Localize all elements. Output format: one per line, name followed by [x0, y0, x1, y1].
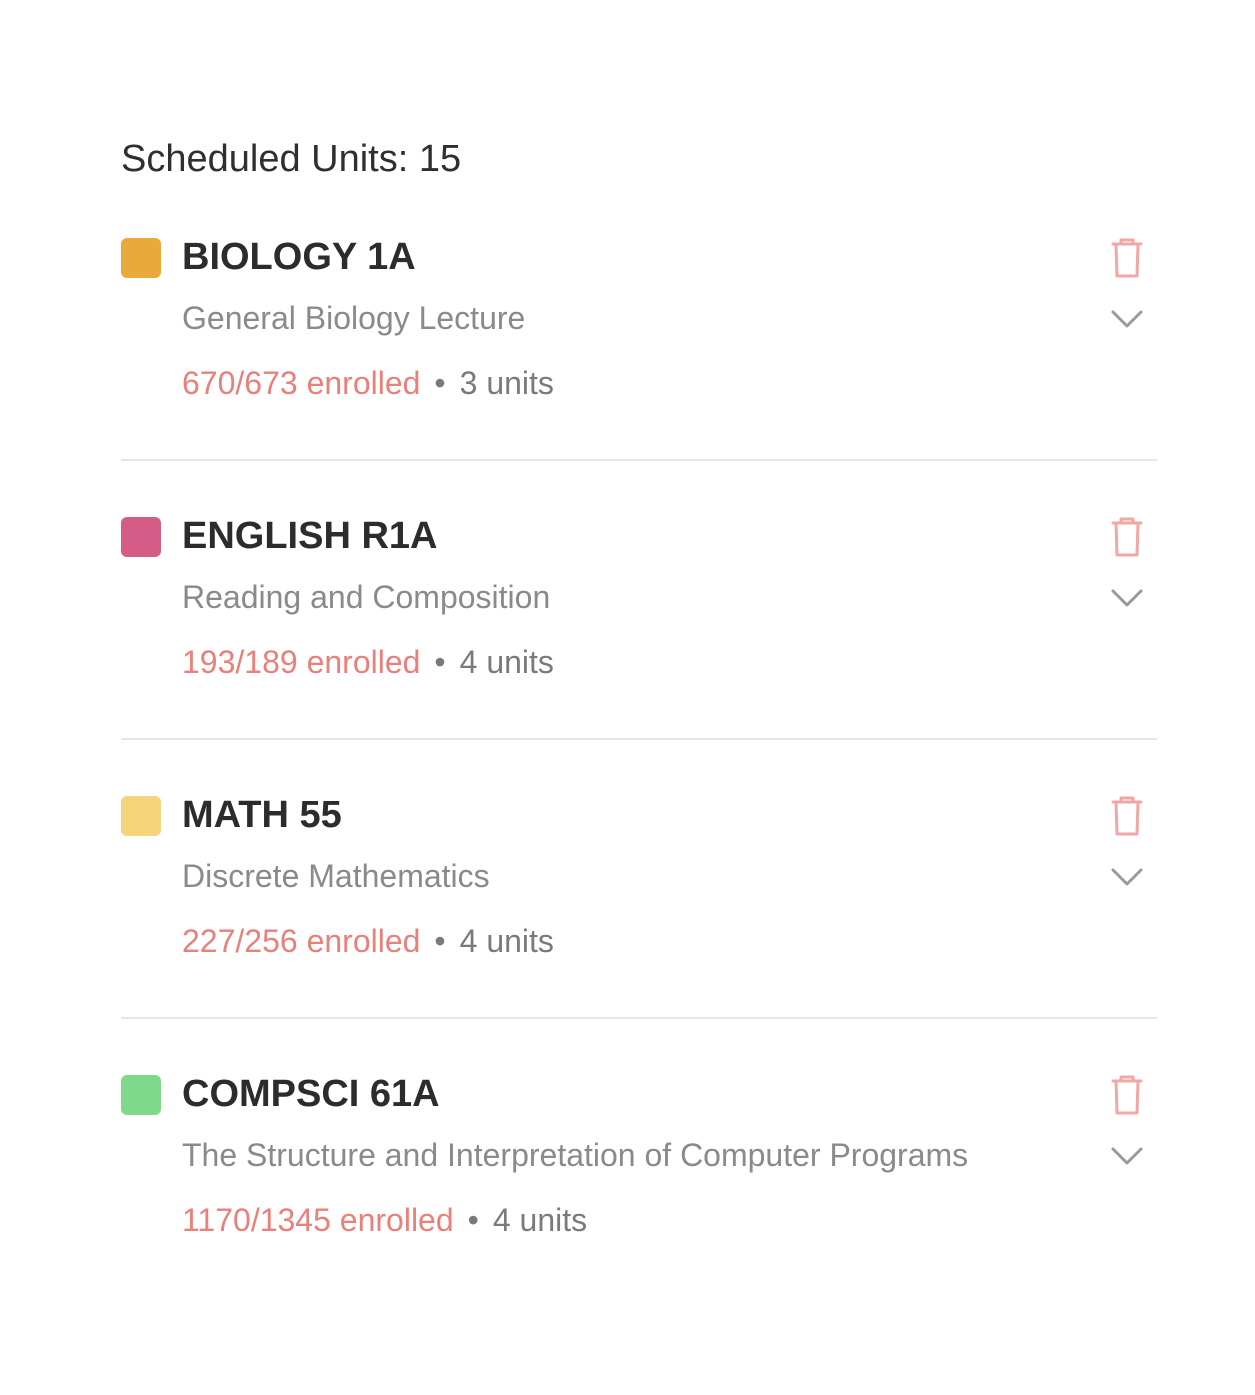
- unit-count: 4 units: [459, 923, 554, 959]
- course-meta: 670/673 enrolled • 3 units: [182, 363, 554, 403]
- course-color-swatch: [121, 796, 161, 836]
- course-item: ENGLISH R1A Reading and Composition 193/…: [121, 515, 1157, 794]
- trash-icon[interactable]: [1107, 794, 1147, 838]
- meta-separator: •: [434, 365, 446, 401]
- course-code: BIOLOGY 1A: [182, 236, 416, 278]
- course-code: COMPSCI 61A: [182, 1073, 440, 1115]
- course-meta: 1170/1345 enrolled • 4 units: [182, 1200, 587, 1240]
- enrollment-count: 670/673 enrolled: [182, 365, 421, 401]
- course-color-swatch: [121, 1075, 161, 1115]
- trash-icon[interactable]: [1107, 1073, 1147, 1117]
- course-item: MATH 55 Discrete Mathematics 227/256 enr…: [121, 794, 1157, 1073]
- chevron-down-icon[interactable]: [1107, 583, 1147, 611]
- meta-separator: •: [434, 644, 446, 680]
- course-code: ENGLISH R1A: [182, 515, 438, 557]
- meta-separator: •: [434, 923, 446, 959]
- course-meta: 193/189 enrolled • 4 units: [182, 642, 554, 682]
- unit-count: 4 units: [459, 644, 554, 680]
- course-meta: 227/256 enrolled • 4 units: [182, 921, 554, 961]
- trash-icon[interactable]: [1107, 515, 1147, 559]
- course-title: General Biology Lecture: [182, 300, 526, 336]
- unit-count: 4 units: [492, 1202, 588, 1238]
- course-title: Discrete Mathematics: [182, 858, 490, 894]
- meta-separator: •: [467, 1202, 479, 1238]
- course-code: MATH 55: [182, 794, 342, 836]
- chevron-down-icon[interactable]: [1107, 1141, 1147, 1169]
- enrollment-count: 1170/1345 enrolled: [182, 1202, 454, 1238]
- course-color-swatch: [121, 517, 161, 557]
- enrollment-count: 193/189 enrolled: [182, 644, 421, 680]
- scheduled-units-total: Scheduled Units: 15: [121, 138, 462, 180]
- course-color-swatch: [121, 238, 161, 278]
- chevron-down-icon[interactable]: [1107, 304, 1147, 332]
- unit-count: 3 units: [459, 365, 554, 401]
- enrollment-count: 227/256 enrolled: [182, 923, 421, 959]
- course-title: The Structure and Interpretation of Comp…: [182, 1137, 969, 1173]
- course-item: COMPSCI 61A The Structure and Interpreta…: [121, 1073, 1157, 1352]
- course-title: Reading and Composition: [182, 579, 551, 615]
- chevron-down-icon[interactable]: [1107, 862, 1147, 890]
- course-item: BIOLOGY 1A General Biology Lecture 670/6…: [121, 236, 1157, 515]
- trash-icon[interactable]: [1107, 236, 1147, 280]
